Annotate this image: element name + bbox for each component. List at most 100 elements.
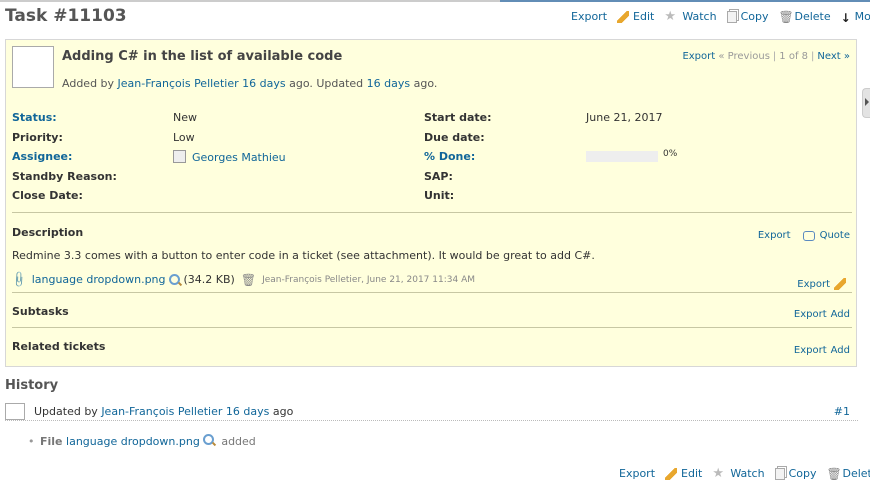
star-icon: ★: [664, 8, 676, 24]
quote-button[interactable]: Quote: [802, 230, 850, 241]
journal-avatar: [5, 403, 25, 420]
ago-end-text: ago.: [410, 77, 438, 90]
pencil-icon: [617, 10, 630, 23]
attachment-row: 📎 language dropdown.png (34.2 KB) 🗑 Jean…: [9, 270, 475, 289]
close-date-label: Close Date:: [12, 189, 83, 202]
more-label: More: [854, 10, 870, 23]
issue-navigation: Export « Previous | 1 of 8 | Next »: [682, 51, 850, 62]
watch-label: Watch: [730, 467, 765, 480]
related-export-link[interactable]: Export: [794, 345, 827, 356]
done-percent: 0%: [663, 149, 678, 159]
nav-next-link[interactable]: Next »: [817, 51, 850, 62]
edit-label: Edit: [633, 10, 655, 23]
top-border-accent: [500, 0, 870, 2]
attachment-meta: Jean-François Pelletier, June 21, 2017 1…: [262, 274, 475, 285]
top-border: [0, 0, 870, 2]
magnifier-icon[interactable]: [202, 434, 214, 445]
nav-previous: « Previous: [718, 51, 770, 62]
attachment-edit-button[interactable]: [834, 278, 850, 290]
ago-updated-text: ago. Updated: [285, 77, 367, 90]
subtasks-add-link[interactable]: Add: [831, 309, 850, 320]
journal-ago-end: ago: [269, 405, 294, 418]
trash-icon[interactable]: 🗑: [241, 274, 256, 286]
journal-detail-action: added: [221, 435, 256, 448]
done-progress-bar: [586, 151, 658, 162]
watch-label: Watch: [682, 10, 717, 23]
watch-button[interactable]: ★ Watch: [712, 465, 765, 481]
journal-prefix: Updated by: [34, 405, 102, 418]
updated-ago-link[interactable]: 16 days: [367, 77, 410, 90]
created-ago-link[interactable]: 16 days: [242, 77, 285, 90]
copy-label: Copy: [740, 10, 769, 23]
description-text: Redmine 3.3 comes with a button to enter…: [12, 249, 595, 262]
edit-button[interactable]: Edit: [617, 10, 654, 23]
journal-detail-label: File: [40, 435, 63, 448]
star-icon: ★: [712, 465, 724, 481]
assignee-label[interactable]: Assignee:: [12, 150, 72, 163]
unit-label: Unit:: [424, 189, 455, 202]
delete-button[interactable]: 🗑Delete: [778, 10, 830, 23]
author-avatar: [12, 46, 54, 88]
related-heading: Related tickets: [12, 340, 106, 353]
start-date-label: Start date:: [424, 111, 492, 124]
contextual-toolbar-bottom: Export Edit ★ Watch Copy 🗑Delete: [619, 465, 870, 481]
arrow-down-icon: ↓: [840, 10, 851, 25]
quote-label: Quote: [819, 230, 850, 241]
attachment-link[interactable]: language dropdown.png: [32, 273, 166, 286]
journal-text: Updated by Jean-François Pelletier 16 da…: [34, 405, 293, 418]
edit-button[interactable]: Edit: [665, 467, 702, 480]
description-actions: Export Quote: [758, 230, 850, 241]
subtasks-add-label: Add: [830, 309, 850, 320]
export-label: Export: [619, 467, 656, 480]
journal-number-link[interactable]: #1: [834, 405, 850, 418]
priority-value: Low: [173, 131, 195, 144]
attachment-actions: Export: [797, 278, 850, 290]
export-button[interactable]: Export: [571, 10, 607, 23]
journal-file-link[interactable]: language dropdown.png: [66, 435, 200, 448]
description-heading: Description: [12, 226, 84, 239]
paperclip-icon: 📎: [9, 270, 29, 289]
description-export-link[interactable]: Export: [758, 230, 791, 241]
subtasks-export-link[interactable]: Export: [794, 309, 827, 320]
status-label[interactable]: Status:: [12, 111, 57, 124]
journal-author-link[interactable]: Jean-François Pelletier: [101, 405, 222, 418]
export-button[interactable]: Export: [619, 467, 655, 480]
description-export-label: Export: [757, 230, 791, 241]
more-button[interactable]: ↓More: [840, 10, 870, 25]
priority-label: Priority:: [12, 131, 63, 144]
related-add-link[interactable]: Add: [831, 345, 850, 356]
pencil-icon: [665, 467, 678, 480]
done-label[interactable]: % Done:: [424, 150, 475, 163]
author-link[interactable]: Jean-François Pelletier: [118, 77, 239, 90]
journal-detail: • File language dropdown.png added: [28, 434, 256, 448]
attachment-size: (34.2 KB): [183, 273, 235, 286]
issue-details: Adding C# in the list of available code …: [5, 39, 857, 367]
assignee-value: Georges Mathieu: [173, 150, 286, 164]
sidebar-toggle-handle[interactable]: [862, 88, 870, 118]
assignee-link[interactable]: Georges Mathieu: [192, 151, 286, 164]
delete-button[interactable]: 🗑Delete: [826, 467, 870, 480]
nav-position: 1 of 8: [779, 51, 809, 62]
journal-ago-link[interactable]: 16 days: [226, 405, 269, 418]
subtasks-actions: Export Add: [794, 309, 850, 320]
divider: [12, 292, 852, 293]
nav-export-link[interactable]: Export: [682, 51, 715, 62]
delete-label: Delete: [794, 10, 831, 23]
copy-button[interactable]: Copy: [774, 467, 817, 480]
magnifier-icon[interactable]: [168, 274, 180, 285]
contextual-toolbar-top: Export Edit ★ Watch Copy 🗑Delete ↓More: [571, 8, 870, 25]
attachment-export-link[interactable]: Export: [797, 279, 830, 290]
standby-label: Standby Reason:: [12, 170, 117, 183]
copy-icon: [726, 10, 737, 23]
sap-label: SAP:: [424, 170, 453, 183]
watch-button[interactable]: ★ Watch: [664, 8, 717, 24]
divider: [12, 212, 852, 213]
journal-header: Updated by Jean-François Pelletier 16 da…: [5, 402, 858, 421]
start-date-value: June 21, 2017: [586, 111, 663, 124]
divider: [12, 327, 852, 328]
copy-label: Copy: [788, 467, 817, 480]
delete-label: Delete: [842, 467, 870, 480]
issue-subject: Adding C# in the list of available code: [62, 49, 343, 64]
related-export-label: Export: [793, 345, 827, 356]
copy-button[interactable]: Copy: [726, 10, 769, 23]
